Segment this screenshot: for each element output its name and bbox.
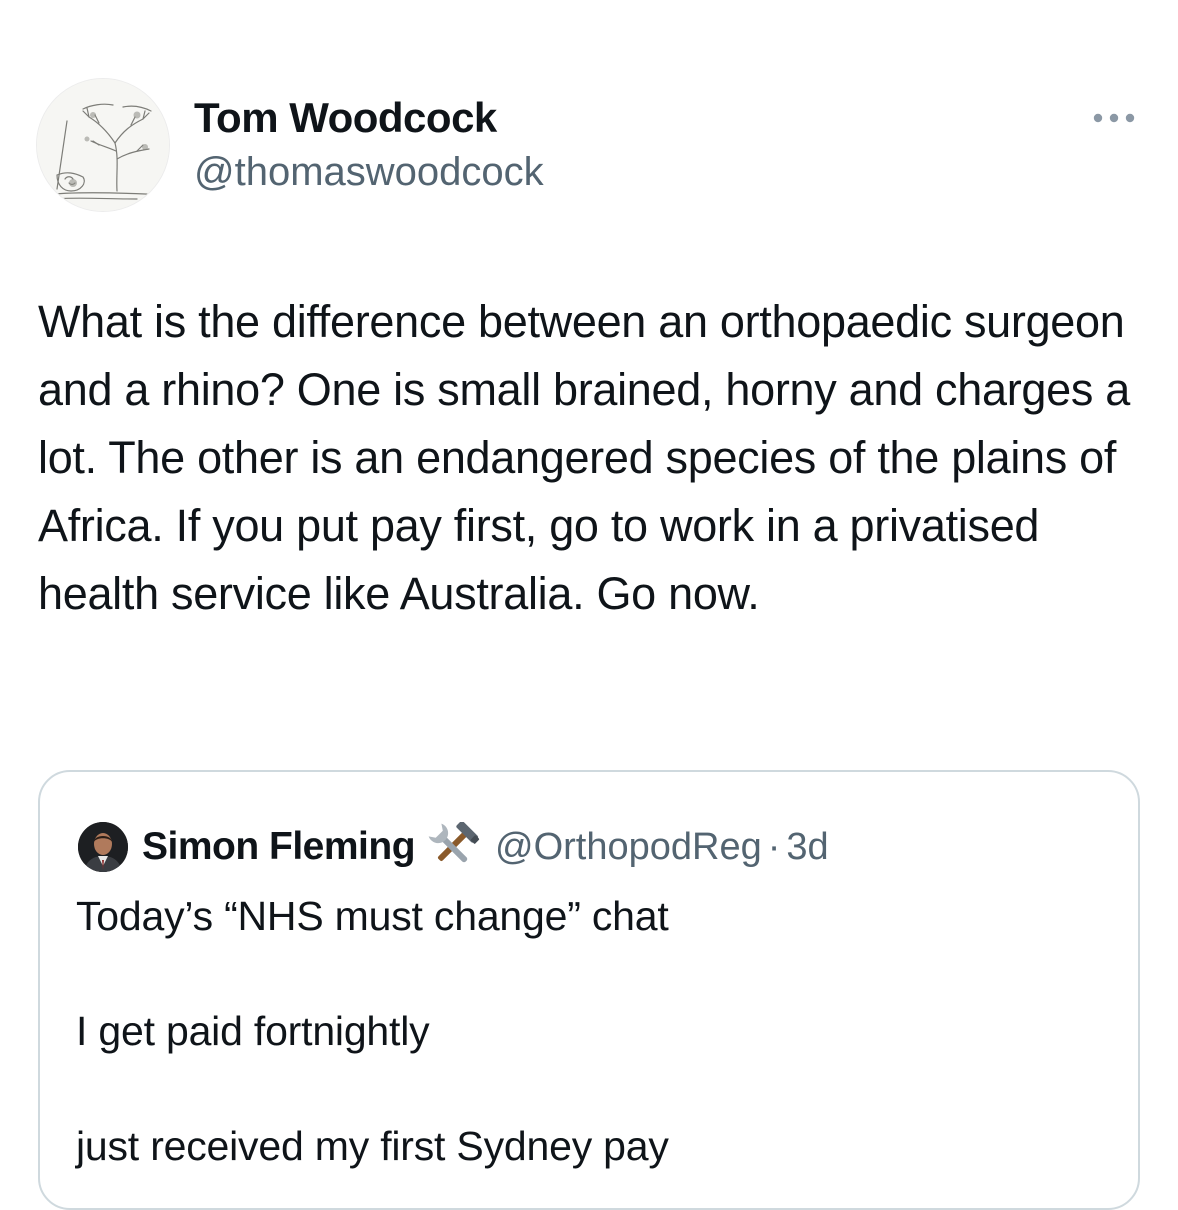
sketch-avatar-image <box>37 79 169 211</box>
author-handle[interactable]: @thomaswoodcock <box>194 148 544 196</box>
quoted-timestamp[interactable]: 3d <box>786 826 828 869</box>
author-avatar[interactable] <box>36 78 170 212</box>
quoted-author-avatar[interactable] <box>78 822 128 872</box>
quoted-separator: · <box>767 825 781 868</box>
quoted-text-line: I get paid fortnightly <box>76 1008 430 1054</box>
quoted-tweet-card[interactable]: Simon Fleming @OrthopodReg · 3d Today’s … <box>38 770 1140 1210</box>
quoted-tweet-header: Simon Fleming @OrthopodReg · 3d <box>78 822 829 872</box>
more-options-button[interactable] <box>1084 100 1144 136</box>
quoted-text-line: Today’s “NHS must change” chat <box>76 893 669 939</box>
author-name[interactable]: Tom Woodcock <box>194 94 497 142</box>
quoted-text-line: just received my first Sydney pay <box>76 1123 669 1169</box>
quoted-author-handle[interactable]: @OrthopodReg <box>495 826 762 869</box>
tweet-text: What is the difference between an orthop… <box>38 296 1130 619</box>
quoted-avatar-image <box>78 822 128 872</box>
tweet: Tom Woodcock @thomaswoodcock What is the… <box>0 0 1178 1210</box>
quoted-author-name[interactable]: Simon Fleming <box>142 825 416 869</box>
hammer-and-wrench-icon <box>423 822 481 872</box>
more-options-icon <box>1093 113 1135 123</box>
